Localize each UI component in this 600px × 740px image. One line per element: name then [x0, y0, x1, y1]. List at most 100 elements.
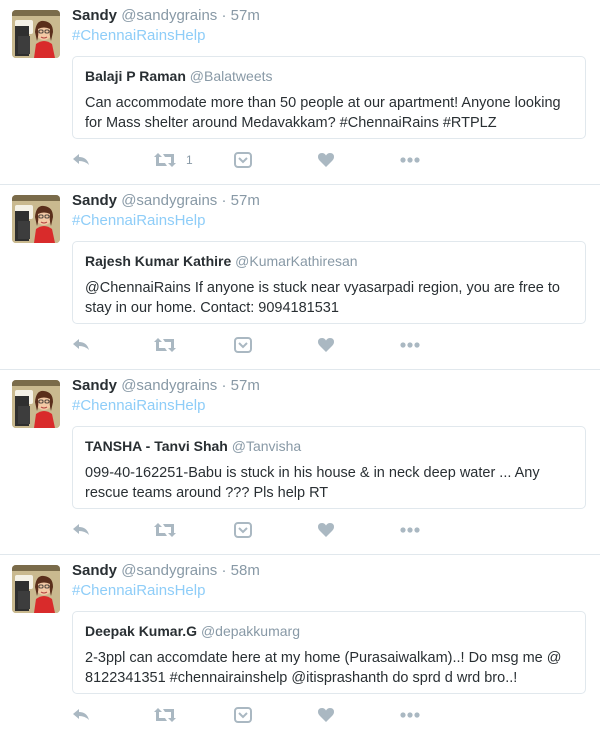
more-button[interactable]	[400, 520, 420, 540]
hashtag[interactable]: #ChennaiRainsHelp	[72, 396, 205, 415]
avatar-image	[12, 195, 60, 243]
quoted-author-name[interactable]: Deepak Kumar.G	[85, 623, 197, 639]
tweet-actions	[72, 520, 432, 540]
quoted-text: 099-40-162251-Babu is stuck in his house…	[85, 465, 540, 501]
retweet-count: 1	[186, 153, 193, 167]
quoted-author-handle[interactable]: @Balatweets	[190, 68, 273, 84]
quoted-author-handle[interactable]: @depakkumarg	[201, 623, 300, 639]
quoted-author: Balaji P Raman @Balatweets	[85, 67, 573, 85]
tweet-timeline: Sandy @sandygrains · 57m #ChennaiRainsHe…	[0, 0, 600, 740]
hashtag[interactable]: #ChennaiRainsHelp	[72, 211, 205, 230]
user-name[interactable]: Sandy	[72, 562, 117, 579]
quoted-author: Deepak Kumar.G @depakkumarg	[85, 622, 573, 640]
retweet-icon	[154, 708, 176, 722]
tweet[interactable]: Sandy @sandygrains · 57m #ChennaiRainsHe…	[0, 185, 600, 370]
quoted-author: Rajesh Kumar Kathire @KumarKathiresan	[85, 252, 573, 270]
moment-button[interactable]	[234, 335, 252, 355]
separator: ·	[221, 377, 227, 394]
like-button[interactable]	[318, 520, 334, 540]
retweet-icon	[154, 153, 176, 167]
quoted-tweet[interactable]: Deepak Kumar.G @depakkumarg 2-3ppl can a…	[72, 611, 586, 694]
timestamp[interactable]: 57m	[231, 192, 260, 209]
user-name[interactable]: Sandy	[72, 192, 117, 209]
more-icon	[400, 712, 420, 718]
like-button[interactable]	[318, 150, 334, 170]
tweet[interactable]: Sandy @sandygrains · 58m #ChennaiRainsHe…	[0, 555, 600, 740]
user-handle[interactable]: @sandygrains	[121, 562, 217, 579]
quoted-author-name[interactable]: TANSHA - Tanvi Shah	[85, 438, 228, 454]
user-handle[interactable]: @sandygrains	[121, 377, 217, 394]
hashtag[interactable]: #ChennaiRainsHelp	[72, 581, 205, 600]
user-handle[interactable]: @sandygrains	[121, 7, 217, 24]
quoted-author-name[interactable]: Balaji P Raman	[85, 68, 186, 84]
more-icon	[400, 157, 420, 163]
tweet-actions	[72, 335, 432, 355]
separator: ·	[221, 7, 227, 24]
heart-icon	[318, 707, 334, 722]
reply-button[interactable]	[72, 705, 90, 725]
avatar[interactable]	[12, 10, 60, 58]
timestamp[interactable]: 58m	[231, 562, 260, 579]
retweet-button[interactable]: 1	[154, 150, 193, 170]
reply-icon	[73, 524, 89, 535]
avatar-image	[12, 10, 60, 58]
moment-icon	[234, 152, 252, 168]
separator: ·	[221, 192, 227, 209]
moment-icon	[234, 707, 252, 723]
moment-icon	[234, 522, 252, 538]
quoted-tweet[interactable]: Rajesh Kumar Kathire @KumarKathiresan @C…	[72, 241, 586, 324]
quoted-text: 2-3ppl can accomdate here at my home (Pu…	[85, 650, 562, 686]
avatar-image	[12, 565, 60, 613]
reply-icon	[73, 709, 89, 720]
tweet-header: Sandy @sandygrains · 57m	[72, 191, 260, 210]
reply-button[interactable]	[72, 150, 90, 170]
more-icon	[400, 527, 420, 533]
quoted-tweet[interactable]: TANSHA - Tanvi Shah @Tanvisha 099-40-162…	[72, 426, 586, 509]
like-button[interactable]	[318, 335, 334, 355]
avatar-image	[12, 380, 60, 428]
tweet[interactable]: Sandy @sandygrains · 57m #ChennaiRainsHe…	[0, 0, 600, 185]
hashtag[interactable]: #ChennaiRainsHelp	[72, 26, 205, 45]
quoted-author-handle[interactable]: @KumarKathiresan	[235, 253, 357, 269]
more-button[interactable]	[400, 705, 420, 725]
timestamp[interactable]: 57m	[231, 7, 260, 24]
moment-button[interactable]	[234, 150, 252, 170]
moment-icon	[234, 337, 252, 353]
tweet[interactable]: Sandy @sandygrains · 57m #ChennaiRainsHe…	[0, 370, 600, 555]
avatar[interactable]	[12, 380, 60, 428]
heart-icon	[318, 522, 334, 537]
retweet-button[interactable]	[154, 335, 186, 355]
more-icon	[400, 342, 420, 348]
user-name[interactable]: Sandy	[72, 377, 117, 394]
quoted-author: TANSHA - Tanvi Shah @Tanvisha	[85, 437, 573, 455]
quoted-author-handle[interactable]: @Tanvisha	[232, 438, 301, 454]
moment-button[interactable]	[234, 705, 252, 725]
reply-button[interactable]	[72, 335, 90, 355]
retweet-button[interactable]	[154, 705, 186, 725]
quoted-tweet[interactable]: Balaji P Raman @Balatweets Can accommoda…	[72, 56, 586, 139]
user-handle[interactable]: @sandygrains	[121, 192, 217, 209]
heart-icon	[318, 337, 334, 352]
avatar[interactable]	[12, 565, 60, 613]
retweet-icon	[154, 523, 176, 537]
tweet-header: Sandy @sandygrains · 57m	[72, 376, 260, 395]
heart-icon	[318, 152, 334, 167]
user-name[interactable]: Sandy	[72, 7, 117, 24]
reply-icon	[73, 154, 89, 165]
timestamp[interactable]: 57m	[231, 377, 260, 394]
retweet-button[interactable]	[154, 520, 186, 540]
more-button[interactable]	[400, 335, 420, 355]
reply-button[interactable]	[72, 520, 90, 540]
quoted-author-name[interactable]: Rajesh Kumar Kathire	[85, 253, 231, 269]
retweet-icon	[154, 338, 176, 352]
quoted-text: @ChennaiRains If anyone is stuck near vy…	[85, 280, 560, 316]
moment-button[interactable]	[234, 520, 252, 540]
more-button[interactable]	[400, 150, 420, 170]
quoted-text: Can accommodate more than 50 people at o…	[85, 95, 561, 131]
tweet-actions: 1	[72, 150, 432, 170]
reply-icon	[73, 339, 89, 350]
avatar[interactable]	[12, 195, 60, 243]
tweet-actions	[72, 705, 432, 725]
tweet-header: Sandy @sandygrains · 58m	[72, 561, 260, 580]
like-button[interactable]	[318, 705, 334, 725]
